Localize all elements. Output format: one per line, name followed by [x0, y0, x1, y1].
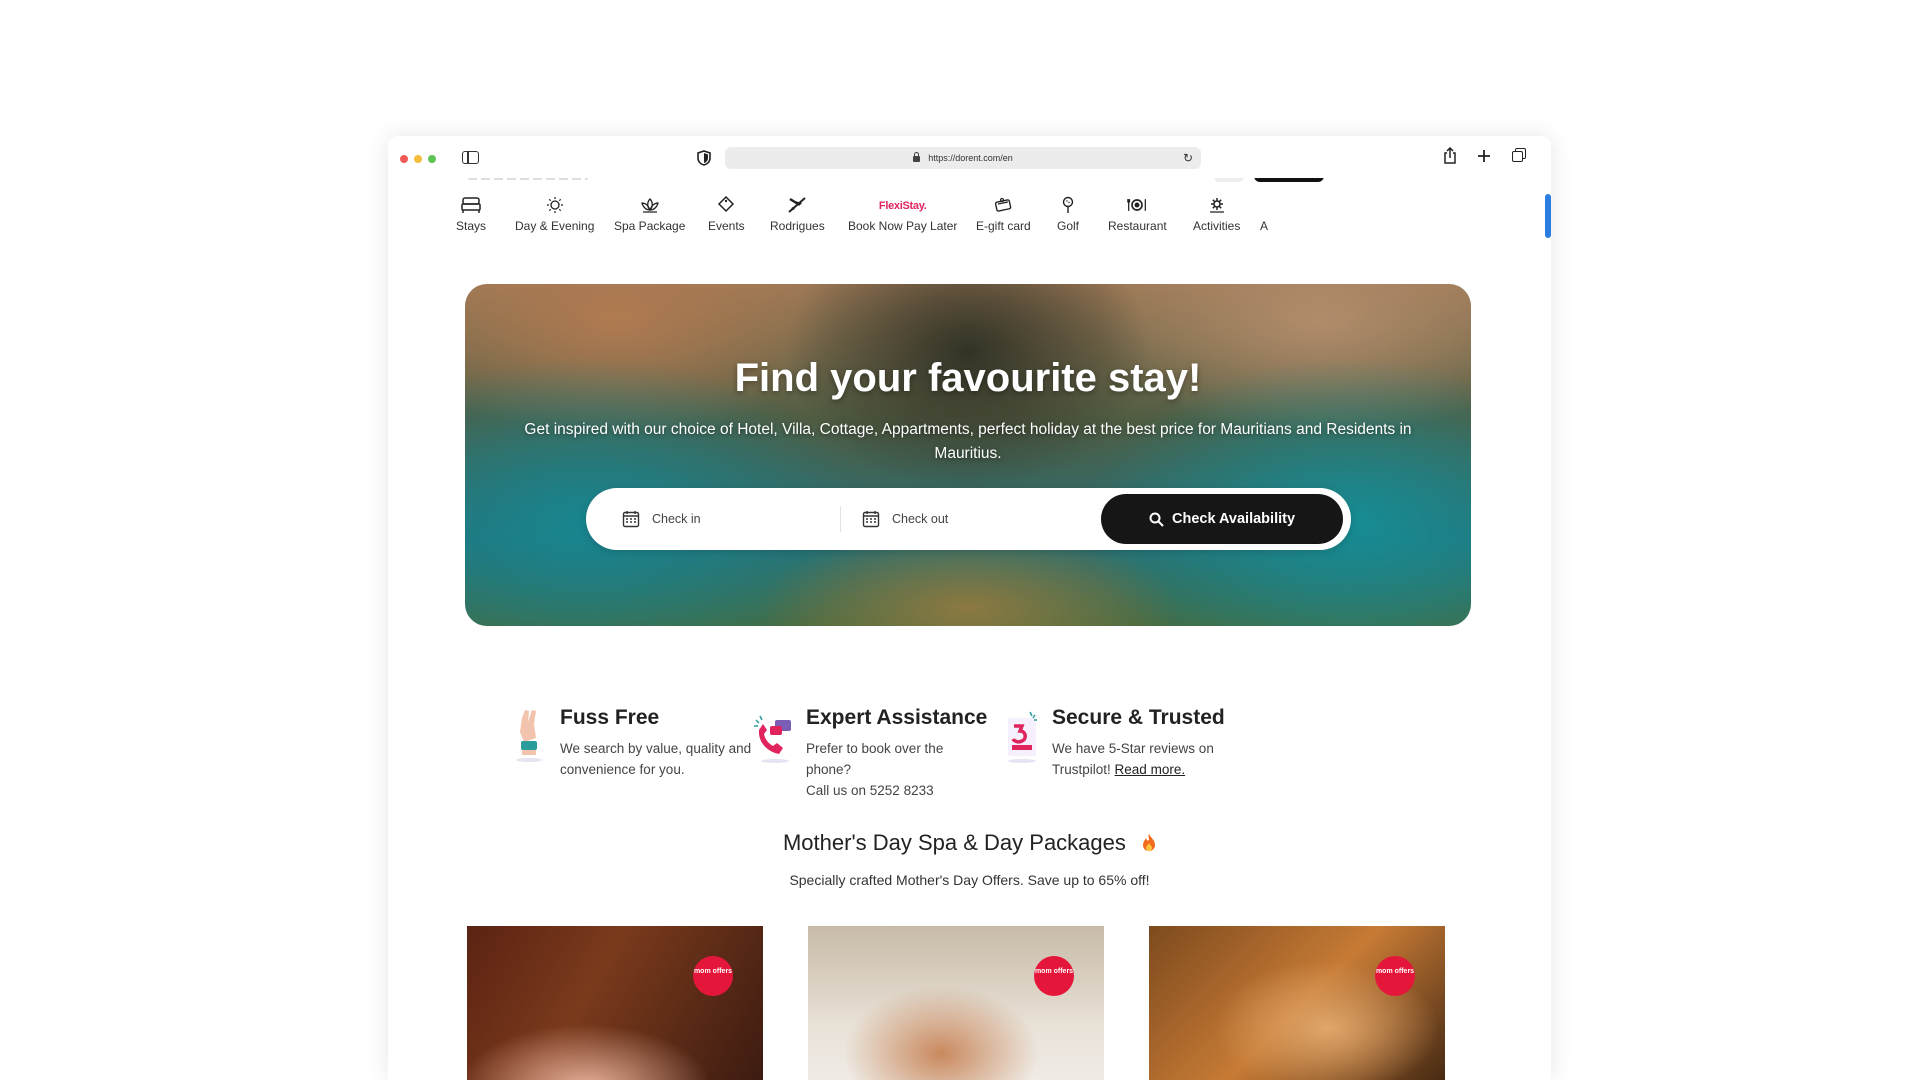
nav-item-day-evening[interactable]: Day & Evening: [515, 196, 594, 233]
section-subtitle: Specially crafted Mother's Day Offers. S…: [789, 872, 1150, 888]
nav-item-label: Golf: [1057, 219, 1080, 233]
nav-item-rodrigues[interactable]: Rodrigues: [770, 196, 825, 233]
nav-item-label: Restaurant: [1108, 219, 1167, 233]
feature-title: Fuss Free: [560, 706, 660, 729]
feature-text-line: phone?: [806, 762, 852, 777]
package-card[interactable]: mom offers: [467, 926, 763, 1080]
offer-badge: mom offers: [1034, 956, 1074, 996]
nav-item-label: Day & Evening: [515, 219, 595, 233]
feature-fuss-free: Fuss Free We search by value, quality an…: [512, 706, 760, 780]
check-in-placeholder: Check in: [652, 512, 701, 526]
check-availability-button[interactable]: Check Availability: [1101, 494, 1343, 544]
feature-secure-trusted: Secure & Trusted We have 5-Star reviews …: [1004, 706, 1252, 780]
nav-item-label: Events: [708, 219, 745, 233]
browser-toolbar: https://dorent.com/en ↻: [388, 136, 1551, 178]
share-icon: [1444, 146, 1456, 164]
golf-icon: [1062, 196, 1074, 213]
nav-item-golf[interactable]: Golf: [1057, 196, 1079, 233]
phone-support-icon: [754, 715, 791, 763]
package-card[interactable]: mom offers: [808, 926, 1104, 1080]
header-button[interactable]: [1254, 178, 1324, 182]
nav-item-label: Book Now Pay Later: [848, 219, 958, 233]
privacy-shield-icon[interactable]: [697, 150, 711, 166]
zoom-window-button[interactable]: [428, 155, 436, 163]
lotus-icon: [640, 198, 659, 213]
bed-icon: [461, 197, 481, 213]
check-out-placeholder: Check out: [892, 512, 949, 526]
hero-banner: Find your favourite stay! Get inspired w…: [465, 284, 1471, 626]
offer-badge: mom offers: [693, 956, 733, 996]
nav-item-label: Spa Package: [614, 219, 686, 233]
site-logo[interactable]: [468, 178, 588, 180]
minimize-window-button[interactable]: [414, 155, 422, 163]
feature-text: We have 5-Star reviews on Trustpilot! Re…: [1052, 738, 1252, 780]
search-icon: [1149, 512, 1164, 527]
nav-item-activities[interactable]: Activities: [1193, 196, 1240, 233]
share-button[interactable]: [1441, 146, 1459, 167]
feature-phone: Call us on 5252 8233: [806, 783, 934, 798]
hero-title: Find your favourite stay!: [734, 356, 1202, 400]
tab-overview-button[interactable]: [1509, 147, 1527, 167]
feature-title: Secure & Trusted: [1052, 706, 1225, 729]
nav-item-e-gift-card[interactable]: E-gift card: [976, 196, 1031, 233]
nav-item-label: Stays: [456, 219, 487, 233]
calendar-icon: [862, 511, 880, 528]
feature-expert-assistance: Expert Assistance Prefer to book over th…: [748, 706, 988, 801]
nav-item-events[interactable]: Events: [708, 196, 745, 233]
gift-card-icon: [995, 197, 1012, 212]
browser-window: https://dorent.com/en ↻ Stays Day & Even…: [388, 136, 1551, 1080]
screen: https://dorent.com/en ↻ Stays Day & Even…: [0, 0, 1920, 1080]
nav-item-more[interactable]: A: [1260, 219, 1268, 233]
read-more-link[interactable]: Read more.: [1115, 762, 1186, 777]
nav-item-label: Rodrigues: [770, 219, 825, 233]
package-card[interactable]: mom offers: [1149, 926, 1445, 1080]
plus-icon: [1478, 150, 1490, 162]
nav-item-book-now-pay-later[interactable]: FlexiStay. Book Now Pay Later: [848, 196, 957, 233]
new-tab-button[interactable]: [1475, 147, 1493, 167]
feature-title: Expert Assistance: [806, 706, 988, 729]
nav-item-label: A: [1260, 219, 1269, 233]
calendar-icon: [622, 511, 640, 528]
tag-icon: [718, 196, 735, 213]
nav-item-label: E-gift card: [976, 219, 1031, 233]
reload-icon[interactable]: ↻: [1183, 152, 1193, 164]
nav-item-label: Activities: [1193, 219, 1241, 233]
section-title-text: Mother's Day Spa & Day Packages: [782, 830, 1126, 855]
header-control[interactable]: [1214, 178, 1244, 182]
plane-icon: [788, 197, 807, 213]
category-nav: Stays Day & Evening Spa Package Events R…: [388, 196, 1551, 246]
url-text: https://dorent.com/en: [928, 153, 1013, 163]
sun-icon: [546, 197, 563, 213]
nav-item-spa-package[interactable]: Spa Package: [614, 196, 685, 233]
fire-icon: [1143, 834, 1156, 851]
web-page: Stays Day & Evening Spa Package Events R…: [388, 178, 1551, 1080]
nav-item-restaurant[interactable]: Restaurant: [1108, 196, 1167, 233]
offer-badge: mom offers: [1375, 956, 1415, 996]
field-divider: [840, 506, 841, 532]
sidebar-toggle-icon[interactable]: [462, 151, 479, 164]
address-bar[interactable]: https://dorent.com/en ↻: [725, 147, 1201, 169]
flexistay-logo: FlexiStay.: [878, 200, 927, 212]
restaurant-icon: [1127, 199, 1147, 211]
section-title: Mother's Day Spa & Day Packages: [388, 830, 1551, 856]
check-out-field[interactable]: Check out: [862, 496, 1062, 542]
lock-icon: [913, 152, 921, 162]
hand-icon: [516, 710, 542, 762]
availability-search: Check in Check out Check Availability: [586, 488, 1351, 550]
feature-text: We search by value, quality and convenie…: [560, 741, 752, 777]
hero-subtitle: Get inspired with our choice of Hotel, V…: [524, 421, 1412, 462]
close-window-button[interactable]: [400, 155, 408, 163]
nav-item-stays[interactable]: Stays: [456, 196, 486, 233]
check-in-field[interactable]: Check in: [622, 496, 852, 542]
activities-icon: [1209, 198, 1224, 213]
feature-text-line: Prefer to book over the: [806, 741, 944, 756]
five-star-badge-icon: [1008, 711, 1037, 763]
check-availability-label: Check Availability: [1171, 511, 1296, 527]
